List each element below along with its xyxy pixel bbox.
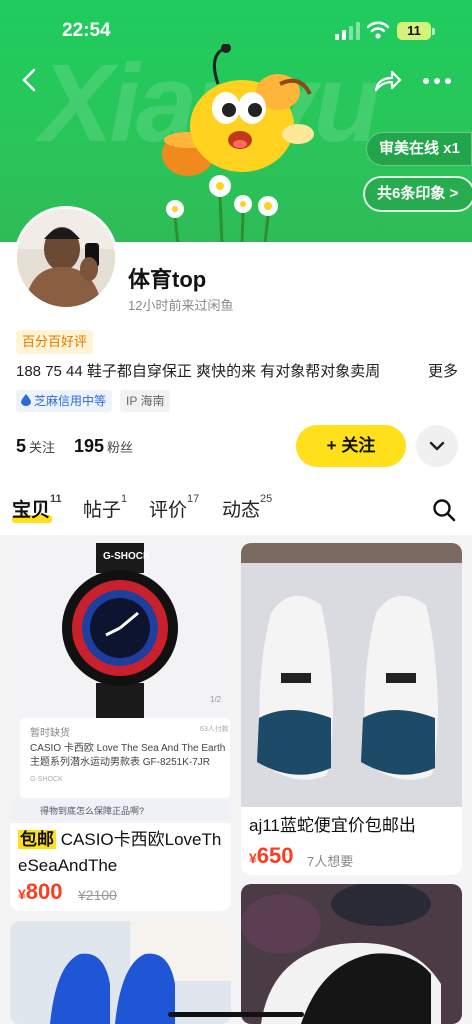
product-card[interactable] [241,884,462,1024]
product-card[interactable] [10,921,231,1024]
following-stat[interactable]: 5 关注 [16,436,55,457]
product-image [241,884,462,1024]
original-price: ¥2100 [78,887,117,903]
free-shipping-badge: 包邮 [18,830,56,849]
product-price: ¥800 [18,879,63,905]
user-nickname: 体育top [128,267,207,292]
price-currency: ¥ [18,886,26,902]
tab-activity[interactable]: 动态25 [222,493,273,522]
tab-posts-count: 1 [121,493,128,505]
product-title: 包邮 CASIO卡西欧LoveTheSeaAndThe [18,827,228,879]
credit-label: 芝麻信用中等 [34,394,107,408]
positive-rating-tag: 百分百好评 [16,330,94,354]
fans-stat[interactable]: 195 粉丝 [74,436,133,457]
watch-description: CASIO 卡西欧 Love The Sea And The Earth 主题系… [30,743,226,768]
tab-posts[interactable]: 帖子1 [83,493,128,522]
status-time: 22:54 [62,20,111,41]
tab-activity-count: 25 [260,493,273,505]
mascot-illustration [162,44,314,242]
aesthetic-online-pill[interactable]: 审美在线 x1 [366,132,472,166]
search-icon[interactable] [432,498,456,522]
tab-activity-label: 动态 [222,500,261,521]
tab-items-label: 宝贝 [12,500,51,521]
fans-label: 粉丝 [107,440,134,455]
tab-items[interactable]: 宝贝11 [12,493,62,522]
user-bio: 188 75 44 鞋子都自穿保正 爽快的来 有对象帮对象卖周 [16,363,381,380]
fans-count: 195 [74,436,105,456]
tab-items-count: 11 [50,493,62,505]
product-title: aj11蓝蛇便宜价包邮出 [249,816,416,835]
watch-photo: G-SHOCK [10,543,231,718]
follow-button[interactable]: + 关注 [296,425,406,467]
paid-count: 63人付款 [200,726,229,733]
last-seen-text: 12小时前来过闲鱼 [128,298,234,313]
more-options-icon[interactable] [420,66,454,96]
product-image [241,543,462,807]
sesame-drop-icon [21,394,31,406]
tab-reviews[interactable]: 评价17 [149,493,200,522]
watch-brand: G-SHOCK [30,776,63,783]
product-image [10,921,231,1024]
watch-info-panel: 暂时缺货 63人付款 CASIO 卡西欧 Love The Sea And Th… [20,718,230,798]
price-currency: ¥ [249,850,257,866]
expand-dropdown-button[interactable] [416,425,458,467]
back-arrow-icon[interactable] [14,64,46,96]
cellular-signal-icon [335,22,360,40]
image-page-indicator: 1/2 [210,695,222,704]
product-image: G-SHOCK 1/2 暂时缺货 63人付款 CASIO 卡西欧 Love Th… [10,543,231,823]
stock-status: 暂时缺货 [30,728,70,739]
sneakers-photo [241,543,462,807]
product-card[interactable]: G-SHOCK 1/2 暂时缺货 63人付款 CASIO 卡西欧 Love Th… [10,543,231,911]
share-icon[interactable] [372,66,402,96]
chevron-down-icon [429,441,445,451]
price-value: 800 [25,879,63,904]
content-tabs: 宝贝11 帖子1 评价17 动态25 [0,485,472,535]
status-bar: 22:54 11 [0,0,472,60]
wifi-icon [367,21,389,39]
impressions-pill[interactable]: 共6条印象 > [363,176,472,212]
product-card[interactable]: aj11蓝蛇便宜价包邮出 ¥650 7人想要 [241,543,462,875]
tab-reviews-label: 评价 [149,500,188,521]
authenticity-question: 得物到底怎么保障正品啊? [14,801,228,821]
tab-posts-label: 帖子 [83,500,122,521]
following-count: 5 [16,436,27,456]
bio-more-link[interactable]: 更多 [424,360,459,381]
price-value: 650 [256,843,294,868]
battery-indicator: 11 [397,22,431,40]
tab-reviews-count: 17 [187,493,200,505]
battery-tip [432,28,435,35]
home-indicator [168,1012,304,1017]
following-label: 关注 [29,440,56,455]
ip-location-badge: IP 海南 [120,390,171,412]
product-price: ¥650 [249,843,294,869]
credit-badge[interactable]: 芝麻信用中等 [16,390,113,412]
svg-text:G-SHOCK: G-SHOCK [103,551,151,562]
avatar[interactable] [14,206,118,310]
want-count: 7人想要 [307,854,354,869]
